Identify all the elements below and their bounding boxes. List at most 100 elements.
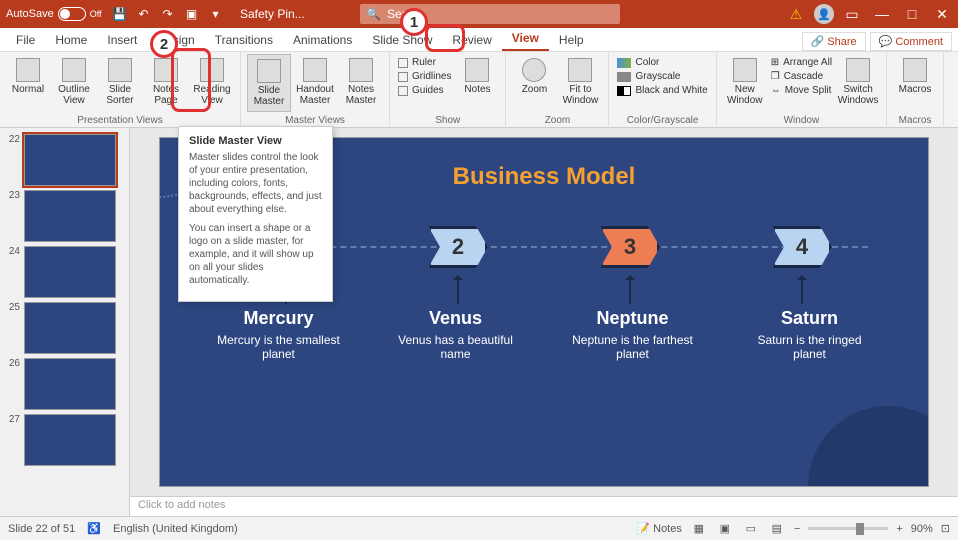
minimize-button[interactable]: —	[870, 2, 894, 26]
handout-icon	[303, 58, 327, 82]
ruler-checkbox[interactable]: Ruler	[396, 56, 453, 69]
thumbnail-25[interactable]: 25	[0, 300, 129, 356]
thumb-preview	[24, 358, 116, 410]
slide-master-tooltip: Slide Master View Master slides control …	[178, 126, 333, 302]
autosave-state: Off	[90, 9, 102, 19]
group-master-views: Slide Master Handout Master Notes Master…	[241, 52, 390, 128]
group-zoom: Zoom Fit to Window Zoom	[506, 52, 609, 128]
outline-view-button[interactable]: Outline View	[52, 54, 96, 112]
thumbnail-27[interactable]: 27	[0, 412, 129, 468]
tab-help[interactable]: Help	[549, 29, 594, 51]
start-icon[interactable]: ▣	[184, 6, 200, 22]
slide-counter[interactable]: Slide 22 of 51	[8, 523, 75, 535]
group-label: Macros	[893, 115, 937, 128]
search-icon: 🔍	[366, 7, 381, 21]
labels-row: MercuryMercury is the smallest planet Ve…	[160, 308, 928, 361]
thumbnail-24[interactable]: 24	[0, 244, 129, 300]
zoom-out-button[interactable]: −	[794, 523, 800, 535]
new-window-button[interactable]: New Window	[723, 54, 767, 112]
zoom-level[interactable]: 90%	[911, 523, 933, 535]
color-button[interactable]: Color	[615, 56, 709, 69]
macros-button[interactable]: Macros	[893, 54, 937, 112]
ribbon-view: Normal Outline View Slide Sorter Notes P…	[0, 52, 958, 128]
thumb-preview	[24, 134, 116, 186]
switch-icon	[846, 58, 870, 82]
thumb-preview	[24, 246, 116, 298]
planet-venus[interactable]: VenusVenus has a beautiful name	[386, 308, 526, 361]
language-status[interactable]: English (United Kingdom)	[113, 523, 238, 535]
slide-master-button[interactable]: Slide Master	[247, 54, 291, 112]
status-bar: Slide 22 of 51 ♿ English (United Kingdom…	[0, 516, 958, 540]
notes-master-icon	[349, 58, 373, 82]
callout-number-2: 2	[150, 30, 178, 58]
cascade-button[interactable]: ❐Cascade	[769, 70, 834, 83]
sorter-view-icon[interactable]: ▣	[716, 520, 734, 538]
maximize-button[interactable]: □	[900, 2, 924, 26]
slideshow-view-icon[interactable]: ▤	[768, 520, 786, 538]
grayscale-button[interactable]: Grayscale	[615, 70, 709, 83]
thumb-preview	[24, 414, 116, 466]
normal-view-button[interactable]: Normal	[6, 54, 50, 112]
thumbnail-panel[interactable]: 22 23 24 25 26 27	[0, 128, 130, 516]
normal-view-icon[interactable]: ▦	[690, 520, 708, 538]
handout-master-button[interactable]: Handout Master	[293, 54, 337, 112]
group-window: New Window ⊞Arrange All ❐Cascade ⇔Move S…	[717, 52, 887, 128]
tab-home[interactable]: Home	[45, 29, 97, 51]
guides-checkbox[interactable]: Guides	[396, 84, 453, 97]
search-input[interactable]: 🔍 Search	[360, 4, 620, 24]
slide-master-icon	[257, 59, 281, 83]
thumbnail-23[interactable]: 23	[0, 188, 129, 244]
reading-view-icon[interactable]: ▭	[742, 520, 760, 538]
redo-icon[interactable]: ↷	[160, 6, 176, 22]
tab-animations[interactable]: Animations	[283, 29, 362, 51]
planet-neptune[interactable]: NeptuneNeptune is the farthest planet	[563, 308, 703, 361]
group-color-grayscale: Color Grayscale Black and White Color/Gr…	[609, 52, 716, 128]
tab-view[interactable]: View	[502, 27, 549, 51]
tab-insert[interactable]: Insert	[97, 29, 147, 51]
grayscale-icon	[617, 72, 631, 82]
thumbnail-26[interactable]: 26	[0, 356, 129, 412]
save-icon[interactable]: 💾	[112, 6, 128, 22]
slide-sorter-button[interactable]: Slide Sorter	[98, 54, 142, 112]
color-icon	[617, 58, 631, 68]
tooltip-text-2: You can insert a shape or a logo on a sl…	[189, 222, 322, 287]
thumbnail-22[interactable]: 22	[0, 132, 129, 188]
notes-button[interactable]: Notes	[455, 54, 499, 112]
document-title: Safety Pin...	[240, 7, 305, 21]
comment-button[interactable]: 💬 Comment	[870, 32, 952, 51]
notes-master-button[interactable]: Notes Master	[339, 54, 383, 112]
move-split-button[interactable]: ⇔Move Split	[769, 84, 834, 97]
zoom-button[interactable]: Zoom	[512, 54, 556, 112]
undo-icon[interactable]: ↶	[136, 6, 152, 22]
bw-button[interactable]: Black and White	[615, 84, 709, 97]
chevron-down-icon[interactable]: ▾	[208, 6, 224, 22]
notes-input[interactable]: Click to add notes	[130, 496, 958, 516]
close-button[interactable]: ✕	[930, 2, 954, 26]
outline-icon	[62, 58, 86, 82]
warning-icon[interactable]: ⚠	[784, 2, 808, 26]
tab-transitions[interactable]: Transitions	[205, 29, 283, 51]
arrange-all-button[interactable]: ⊞Arrange All	[769, 56, 834, 69]
tooltip-title: Slide Master View	[189, 135, 322, 147]
zoom-in-button[interactable]: +	[896, 523, 902, 535]
group-label: Show	[396, 115, 499, 128]
fit-window-button[interactable]: Fit to Window	[558, 54, 602, 112]
switch-windows-button[interactable]: Switch Windows	[836, 54, 880, 112]
ribbon-options-icon[interactable]: ▭	[840, 2, 864, 26]
callout-number-1: 1	[400, 8, 428, 36]
autosave-toggle[interactable]: AutoSave Off	[6, 7, 102, 21]
share-button[interactable]: 🔗 Share	[802, 32, 866, 51]
decoration-blob	[808, 406, 929, 487]
group-macros: Macros Macros	[887, 52, 944, 128]
fit-icon	[568, 58, 592, 82]
planet-saturn[interactable]: SaturnSaturn is the ringed planet	[740, 308, 880, 361]
planet-mercury[interactable]: MercuryMercury is the smallest planet	[209, 308, 349, 361]
fit-to-window-icon[interactable]: ⊡	[941, 522, 950, 535]
accessibility-icon[interactable]: ♿	[87, 522, 101, 535]
tab-file[interactable]: File	[6, 29, 45, 51]
gridlines-checkbox[interactable]: Gridlines	[396, 70, 453, 83]
notes-toggle[interactable]: 📝 Notes	[636, 522, 682, 535]
user-avatar[interactable]: 👤	[814, 4, 834, 24]
title-bar: AutoSave Off 💾 ↶ ↷ ▣ ▾ Safety Pin... 🔍 S…	[0, 0, 958, 28]
zoom-slider[interactable]	[808, 527, 888, 530]
